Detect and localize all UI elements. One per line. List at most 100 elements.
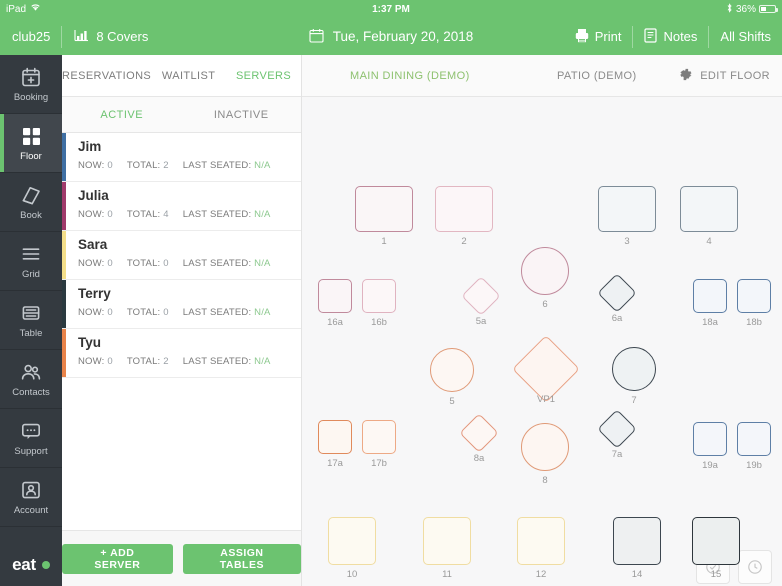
floor-table-5a[interactable]: 5a [461, 276, 501, 327]
floor-table-2[interactable]: 2 [435, 186, 493, 247]
floor-table-16a[interactable]: 16a [318, 279, 352, 328]
server-row[interactable]: Terry NOW: 0 TOTAL: 0 LAST SEATED: N/A [62, 280, 301, 329]
table-label: 5a [475, 316, 487, 328]
floor-table-VP1[interactable]: VP1 [512, 335, 580, 405]
assign-tables-button[interactable]: ASSIGN TABLES [182, 543, 301, 574]
floor-table-5[interactable]: 5 [430, 348, 474, 407]
notes-button[interactable]: Notes [633, 27, 708, 46]
floor-canvas[interactable]: 1 2 3 4 16a 16b 5a 6 6a 18a 18b 5 VP1 7 17a 17b 8a 8 7a 19a… [302, 97, 782, 586]
floor-table-6a[interactable]: 6a [597, 273, 637, 324]
sidebar-item-support[interactable]: Support [0, 409, 62, 468]
floor-table-7[interactable]: 7 [612, 347, 656, 406]
venue-name[interactable]: club25 [0, 29, 61, 44]
add-server-button[interactable]: + ADD SERVER [62, 543, 173, 574]
floor-table-12[interactable]: 12 [517, 517, 565, 580]
server-last-seated: LAST SEATED: N/A [182, 356, 271, 367]
sidebar-item-table[interactable]: Table [0, 291, 62, 350]
table-shape [430, 348, 474, 392]
chat-bubble-icon [20, 420, 42, 442]
battery-percent: 36% [735, 3, 756, 15]
floor-table-8[interactable]: 8 [521, 423, 569, 486]
server-row[interactable]: Sara NOW: 0 TOTAL: 0 LAST SEATED: N/A [62, 231, 301, 280]
floor-table-4[interactable]: 4 [680, 186, 738, 247]
floor-table-1[interactable]: 1 [355, 186, 413, 247]
bluetooth-icon [726, 2, 733, 16]
tab-main-dining[interactable]: MAIN DINING (DEMO) [350, 70, 470, 82]
table-label: 16b [371, 317, 387, 328]
online-dot-icon [41, 561, 50, 569]
server-row[interactable]: Julia NOW: 0 TOTAL: 4 LAST SEATED: N/A [62, 182, 301, 231]
sidebar-item-label: Table [19, 327, 43, 339]
table-shape [355, 186, 413, 232]
table-label: 12 [535, 569, 547, 580]
battery-icon [759, 5, 778, 13]
edit-floor-button[interactable]: EDIT FLOOR [678, 67, 770, 85]
sidebar-items: Booking Floor Book Grid Table Contacts Support… [0, 55, 62, 527]
floor-table-14[interactable]: 14 [613, 517, 661, 580]
brand-logo: eat [0, 544, 62, 586]
server-now: NOW: 0 [78, 307, 113, 318]
all-shifts-button[interactable]: All Shifts [709, 29, 782, 44]
table-shape [598, 186, 656, 232]
sidebar-item-contacts[interactable]: Contacts [0, 350, 62, 409]
notepad-icon [644, 27, 658, 46]
status-clock: 1:37 PM [372, 3, 410, 15]
floor-table-3[interactable]: 3 [598, 186, 656, 247]
table-label: 2 [461, 236, 467, 247]
floor-table-19b[interactable]: 19b [737, 422, 771, 471]
floor-table-10[interactable]: 10 [328, 517, 376, 580]
covers-button[interactable]: 8 Covers [62, 28, 160, 45]
table-shape [459, 413, 499, 453]
floor-table-17b[interactable]: 17b [362, 420, 396, 469]
floor-table-6[interactable]: 6 [521, 247, 569, 310]
panel-footer: + ADD SERVER ASSIGN TABLES [62, 530, 301, 586]
table-label: 15 [710, 569, 722, 580]
panel-tab-reservations[interactable]: RESERVATIONS [62, 70, 151, 82]
floor-table-11[interactable]: 11 [423, 517, 471, 580]
sidebar-item-label: Floor [20, 150, 42, 162]
print-button[interactable]: Print [564, 28, 633, 46]
gear-icon [678, 67, 693, 85]
sidebar-item-booking[interactable]: Booking [0, 55, 62, 114]
server-stats: NOW: 0 TOTAL: 2 LAST SEATED: N/A [78, 160, 301, 171]
logo-text: eat [12, 555, 36, 574]
header-date[interactable]: Tue, February 20, 2018 [333, 29, 474, 44]
book-icon [20, 184, 42, 206]
sidebar-item-floor[interactable]: Floor [0, 114, 62, 173]
panel-subtab-inactive[interactable]: INACTIVE [182, 109, 302, 121]
table-shape [693, 279, 727, 313]
table-shape [737, 279, 771, 313]
floor-table-18a[interactable]: 18a [693, 279, 727, 328]
calendar-icon[interactable] [309, 28, 324, 46]
floor-table-19a[interactable]: 19a [693, 422, 727, 471]
sidebar-nav: Booking Floor Book Grid Table Contacts Support… [0, 55, 62, 586]
server-total: TOTAL: 2 [126, 356, 169, 367]
floor-table-18b[interactable]: 18b [737, 279, 771, 328]
floor-table-15[interactable]: 15 [692, 517, 740, 580]
table-label: VP1 [537, 393, 555, 405]
panel-tab-servers[interactable]: SERVERS [226, 70, 301, 82]
floor-table-16b[interactable]: 16b [362, 279, 396, 328]
table-shape [318, 420, 352, 454]
app-header: club25 8 Covers Tue, February 20, 2018 P… [0, 18, 782, 55]
sidebar-item-account[interactable]: Account [0, 468, 62, 527]
tab-patio[interactable]: PATIO (DEMO) [557, 70, 637, 82]
clock-circle-button[interactable] [738, 550, 772, 584]
sidebar-item-grid[interactable]: Grid [0, 232, 62, 291]
people-icon [20, 361, 42, 383]
floor-table-8a[interactable]: 8a [459, 413, 499, 464]
panel-subtab-active[interactable]: ACTIVE [62, 109, 182, 121]
table-label: 6 [542, 299, 548, 310]
sidebar-item-label: Account [13, 504, 49, 516]
server-now: NOW: 0 [78, 209, 113, 220]
server-row[interactable]: Jim NOW: 0 TOTAL: 2 LAST SEATED: N/A [62, 133, 301, 182]
table-shape [693, 422, 727, 456]
floor-table-7a[interactable]: 7a [597, 409, 637, 460]
sidebar-item-book[interactable]: Book [0, 173, 62, 232]
sidebar-item-label: Book [20, 209, 42, 221]
server-list[interactable]: Jim NOW: 0 TOTAL: 2 LAST SEATED: N/A Julia NO… [62, 133, 301, 530]
table-shape [597, 409, 637, 449]
server-row[interactable]: Tyu NOW: 0 TOTAL: 2 LAST SEATED: N/A [62, 329, 301, 378]
floor-table-17a[interactable]: 17a [318, 420, 352, 469]
panel-tab-waitlist[interactable]: WAITLIST [151, 70, 226, 82]
